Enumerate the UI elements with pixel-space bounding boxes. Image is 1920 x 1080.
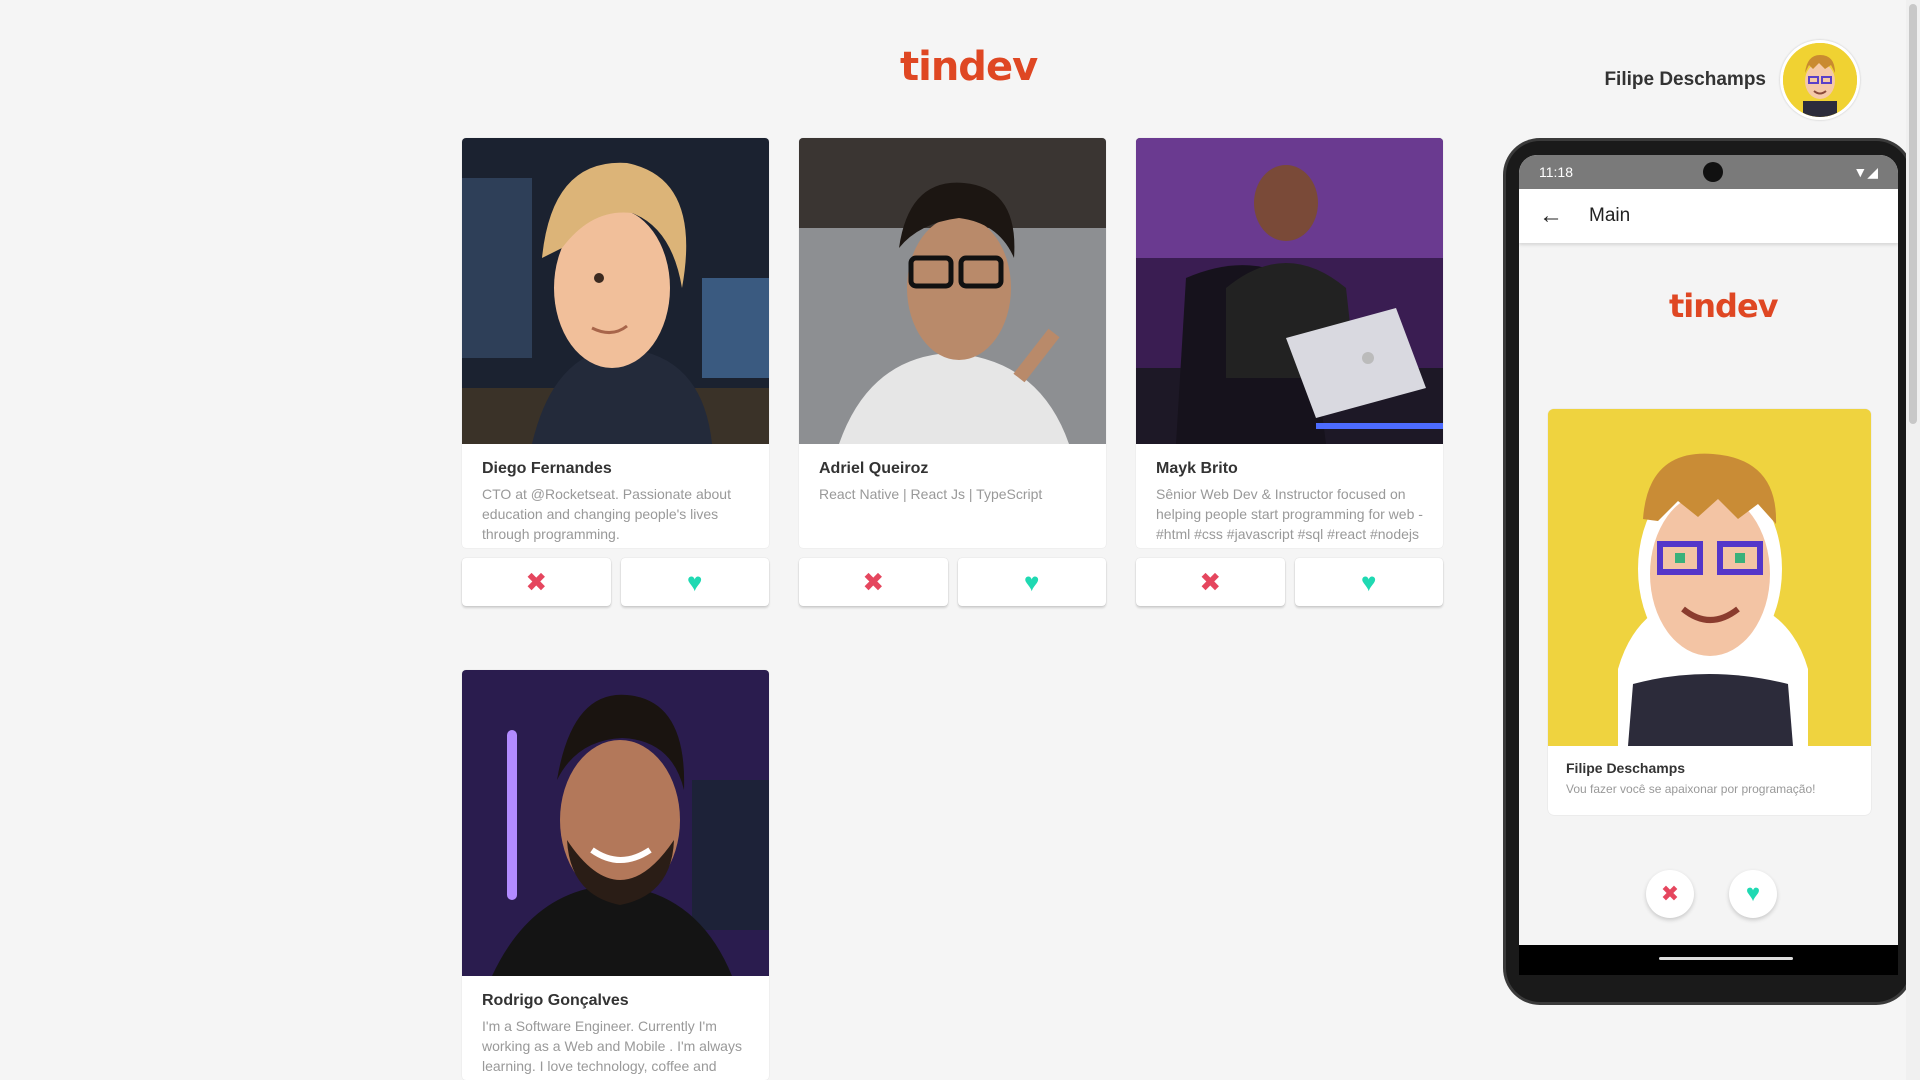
app-bar: ← Main: [1519, 189, 1898, 243]
like-button[interactable]: ♥: [957, 558, 1106, 606]
like-button[interactable]: ♥: [1729, 870, 1777, 918]
user-avatar[interactable]: [1780, 40, 1860, 120]
like-button[interactable]: ♥: [1294, 558, 1443, 606]
x-icon: ✖: [1199, 567, 1222, 597]
developer-photo: [1548, 409, 1871, 746]
like-button[interactable]: ♥: [620, 558, 769, 606]
status-bar: 11:18 ▼◢: [1519, 155, 1898, 189]
card-info: Adriel Queiroz React Native | React Js |…: [799, 444, 1106, 548]
developer-card: Filipe Deschamps Vou fazer você se apaix…: [1548, 409, 1871, 815]
signal-icon: ▼◢: [1853, 163, 1878, 180]
card-body: Mayk Brito Sênior Web Dev & Instructor f…: [1136, 138, 1443, 548]
phone-screen: 11:18 ▼◢ ← Main tindev Filipe Deschamps …: [1519, 155, 1898, 975]
home-handle[interactable]: [1659, 957, 1793, 960]
developer-name: Mayk Brito: [1156, 460, 1238, 477]
developer-card: Rodrigo Gonçalves I'm a Software Enginee…: [462, 670, 769, 1080]
navigation-bar: [1519, 945, 1898, 975]
developer-bio: Vou fazer você se apaixonar por programa…: [1566, 782, 1816, 796]
app-bar-title: Main: [1589, 205, 1631, 226]
developer-card: Mayk Brito Sênior Web Dev & Instructor f…: [1136, 138, 1443, 606]
heart-icon: ♥: [1745, 880, 1761, 907]
scroll-thumb[interactable]: [1909, 4, 1917, 424]
card-info: Diego Fernandes CTO at @Rocketseat. Pass…: [462, 444, 769, 548]
phone-emulator: 11:18 ▼◢ ← Main tindev Filipe Deschamps …: [1506, 141, 1910, 1002]
heart-icon: ♥: [687, 567, 703, 597]
x-icon: ✖: [862, 567, 885, 597]
developer-photo: [462, 138, 769, 444]
card-actions: ✖ ♥: [462, 558, 769, 606]
developer-bio: Sênior Web Dev & Instructor focused on h…: [1156, 486, 1423, 548]
developer-photo: [462, 670, 769, 976]
dislike-button[interactable]: ✖: [1136, 558, 1285, 606]
dislike-button[interactable]: ✖: [462, 558, 611, 606]
card-body: Rodrigo Gonçalves I'm a Software Enginee…: [462, 670, 769, 1080]
dislike-button[interactable]: ✖: [1646, 870, 1694, 918]
developer-name: Rodrigo Gonçalves: [482, 992, 629, 1009]
user-profile[interactable]: Filipe Deschamps: [1604, 40, 1860, 120]
tindev-logo: tindev: [1669, 287, 1779, 325]
card-info: Filipe Deschamps Vou fazer você se apaix…: [1548, 746, 1871, 810]
developer-card: Diego Fernandes CTO at @Rocketseat. Pass…: [462, 138, 769, 606]
developer-photo: [1136, 138, 1443, 444]
page-scrollbar[interactable]: [1906, 0, 1920, 1080]
developer-bio: I'm a Software Engineer. Currently I'm w…: [482, 1018, 742, 1074]
card-actions: ✖ ♥: [1136, 558, 1443, 606]
heart-icon: ♥: [1361, 567, 1377, 597]
avatar-illustration: [1783, 43, 1857, 117]
card-body: Diego Fernandes CTO at @Rocketseat. Pass…: [462, 138, 769, 548]
card-actions: ✖ ♥: [799, 558, 1106, 606]
developer-name: Filipe Deschamps: [1566, 760, 1686, 776]
heart-icon: ♥: [1024, 567, 1040, 597]
dislike-button[interactable]: ✖: [799, 558, 948, 606]
back-arrow-icon[interactable]: ←: [1539, 202, 1563, 230]
developer-photo: [799, 138, 1106, 444]
developer-name: Adriel Queiroz: [819, 460, 929, 477]
user-name: Filipe Deschamps: [1604, 69, 1766, 90]
developer-bio: React Native | React Js | TypeScript: [819, 486, 1043, 502]
card-body: Adriel Queiroz React Native | React Js |…: [799, 138, 1106, 548]
status-time: 11:18: [1539, 164, 1573, 180]
x-icon: ✖: [1660, 881, 1680, 906]
camera-icon: [1703, 162, 1724, 182]
card-info: Rodrigo Gonçalves I'm a Software Enginee…: [462, 976, 769, 1080]
x-icon: ✖: [525, 567, 548, 597]
developer-name: Diego Fernandes: [482, 460, 612, 477]
card-info: Mayk Brito Sênior Web Dev & Instructor f…: [1136, 444, 1443, 548]
tindev-logo: tindev: [900, 44, 1038, 90]
developer-bio: CTO at @Rocketseat. Passionate about edu…: [482, 486, 731, 542]
developer-card: Adriel Queiroz React Native | React Js |…: [799, 138, 1106, 606]
